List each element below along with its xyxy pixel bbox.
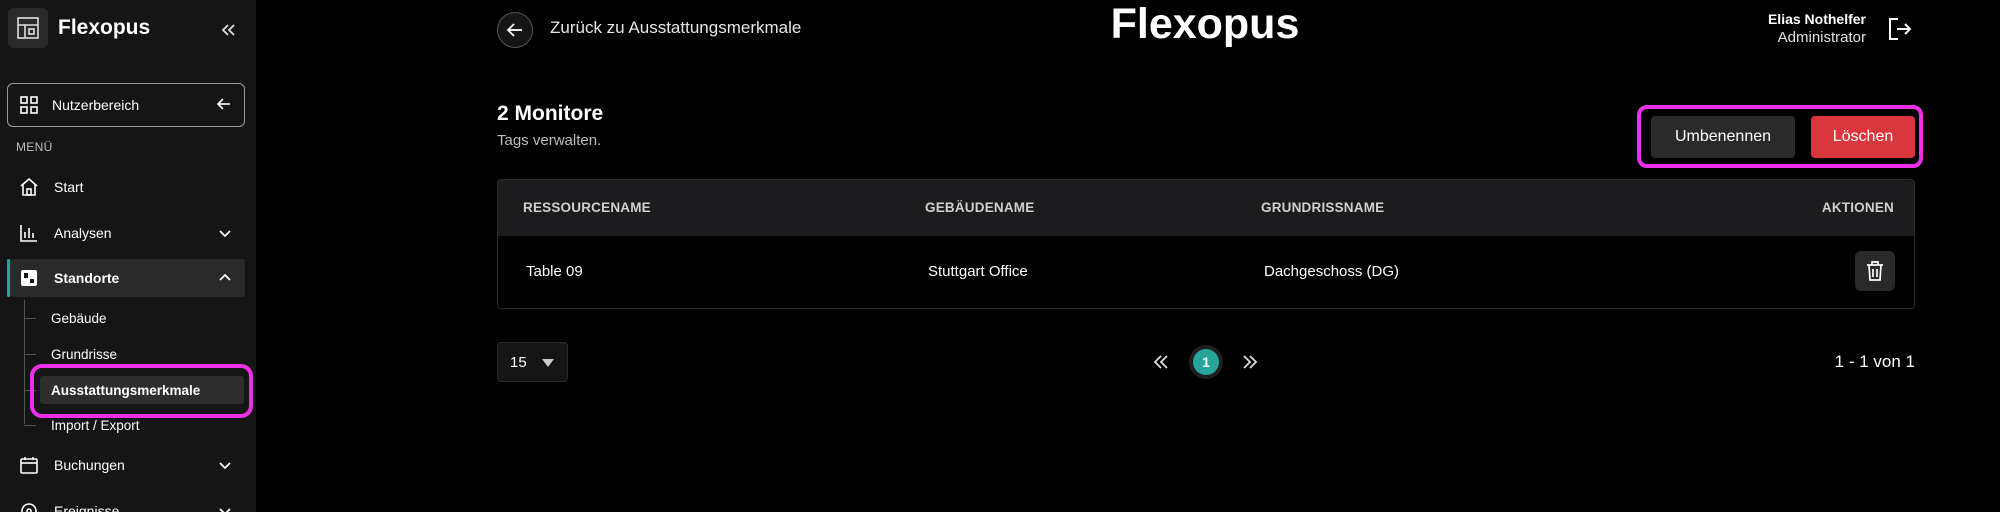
logout-icon[interactable] bbox=[1887, 16, 1913, 42]
brand-name: Flexopus bbox=[58, 16, 151, 39]
floorplan-icon bbox=[20, 269, 38, 287]
sidebar-subitem-import-export[interactable]: Import / Export bbox=[24, 411, 140, 439]
first-page-icon[interactable] bbox=[1150, 351, 1172, 373]
column-header-building[interactable]: GEBÄUDENAME bbox=[925, 200, 1034, 215]
page-size-value: 15 bbox=[510, 354, 527, 371]
grid-icon bbox=[20, 96, 38, 114]
sidebar-subitem-gebaeude[interactable]: Gebäude bbox=[24, 304, 107, 332]
sidebar-subitem-grundrisse[interactable]: Grundrisse bbox=[23, 340, 117, 368]
sidebar: Flexopus Nutzerbereich MENÜ Start Analys… bbox=[0, 0, 256, 512]
home-icon bbox=[20, 178, 38, 196]
resources-table: RESSOURCENAME GEBÄUDENAME GRUNDRISSNAME … bbox=[497, 179, 1915, 309]
rename-button[interactable]: Umbenennen bbox=[1651, 116, 1795, 158]
arrow-left-icon bbox=[216, 96, 232, 112]
table-header: RESSOURCENAME GEBÄUDENAME GRUNDRISSNAME … bbox=[498, 180, 1914, 236]
chevron-down-icon bbox=[217, 225, 233, 241]
user-area-label: Nutzerbereich bbox=[52, 97, 140, 113]
column-header-actions: AKTIONEN bbox=[1821, 200, 1894, 215]
chevron-down-icon bbox=[217, 457, 233, 473]
user-area-button[interactable]: Nutzerbereich bbox=[7, 83, 245, 127]
page-size-select[interactable]: 15 bbox=[497, 342, 568, 382]
page-subtitle: Tags verwalten. bbox=[497, 132, 602, 149]
menu-heading: MENÜ bbox=[16, 140, 53, 154]
sidebar-item-ereignisse[interactable]: Ereignisse bbox=[8, 492, 245, 512]
back-button[interactable] bbox=[497, 12, 533, 48]
events-icon bbox=[20, 502, 38, 512]
flexopus-logo-icon bbox=[8, 8, 48, 48]
sidebar-item-label: Standorte bbox=[54, 270, 120, 286]
sidebar-item-label: Buchungen bbox=[54, 457, 125, 473]
caret-down-icon bbox=[542, 359, 554, 367]
sidebar-item-standorte[interactable]: Standorte bbox=[7, 259, 245, 297]
cell-resource: Table 09 bbox=[526, 263, 583, 280]
table-row[interactable]: Table 09 Stuttgart Office Dachgeschoss (… bbox=[498, 236, 1914, 308]
current-page-number: 1 bbox=[1193, 349, 1219, 375]
cell-building: Stuttgart Office bbox=[928, 263, 1028, 280]
sidebar-item-label: Analysen bbox=[54, 225, 112, 241]
sidebar-subitem-ausstattungsmerkmale[interactable]: Ausstattungsmerkmale bbox=[24, 376, 244, 404]
back-link[interactable]: Zurück zu Ausstattungsmerkmale bbox=[550, 18, 801, 38]
sidebar-item-label: Start bbox=[54, 179, 84, 195]
chevron-up-icon bbox=[217, 270, 233, 286]
trash-icon[interactable] bbox=[1855, 251, 1895, 291]
bar-chart-icon bbox=[20, 224, 38, 242]
sidebar-item-label: Ereignisse bbox=[54, 503, 120, 512]
collapse-sidebar-icon[interactable] bbox=[218, 20, 238, 40]
cell-floorplan: Dachgeschoss (DG) bbox=[1264, 263, 1400, 280]
sidebar-item-buchungen[interactable]: Buchungen bbox=[8, 446, 245, 484]
sidebar-item-start[interactable]: Start bbox=[8, 168, 245, 206]
user-name: Elias Nothelfer bbox=[1767, 11, 1866, 27]
page-brand: Flexopus bbox=[1110, 0, 1300, 48]
pagination-range: 1 - 1 von 1 bbox=[1834, 352, 1915, 371]
brand[interactable]: Flexopus bbox=[8, 6, 150, 50]
page-title: 2 Monitore bbox=[497, 102, 604, 125]
sidebar-item-analysen[interactable]: Analysen bbox=[8, 214, 245, 252]
last-page-icon[interactable] bbox=[1239, 351, 1261, 373]
column-header-floorplan[interactable]: GRUNDRISSNAME bbox=[1261, 200, 1384, 215]
column-header-resource[interactable]: RESSOURCENAME bbox=[523, 200, 651, 215]
chevron-down-icon bbox=[217, 503, 233, 512]
delete-button[interactable]: Löschen bbox=[1811, 116, 1915, 158]
page-button-current[interactable]: 1 bbox=[1189, 345, 1223, 379]
calendar-icon bbox=[20, 456, 38, 474]
arrow-left-icon bbox=[506, 23, 522, 37]
user-role: Administrator bbox=[1777, 29, 1866, 46]
